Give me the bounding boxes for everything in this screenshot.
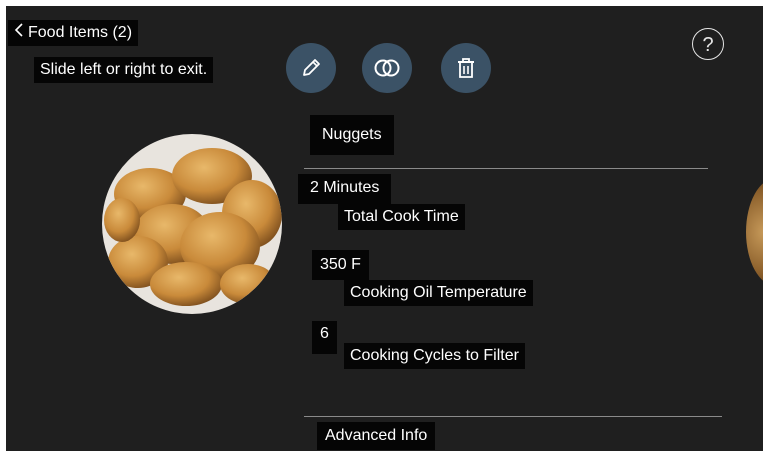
combine-button[interactable] <box>362 43 412 93</box>
cook-time-value: 2 Minutes <box>298 174 392 204</box>
next-item-preview[interactable] <box>746 178 763 286</box>
delete-button[interactable] <box>441 43 491 93</box>
advanced-divider <box>304 416 722 417</box>
food-item-detail-screen: Food Items (2) Slide left or right to ex… <box>6 6 763 451</box>
help-button[interactable]: ? <box>692 28 724 60</box>
oil-temp-value: 350 F <box>312 250 369 280</box>
chevron-left-icon <box>14 23 28 43</box>
pencil-icon <box>303 59 320 76</box>
item-name: Nuggets <box>310 115 394 155</box>
back-label: Food Items (2) <box>28 24 133 41</box>
exit-hint: Slide left or right to exit. <box>34 57 214 83</box>
food-image <box>102 134 282 314</box>
edit-button[interactable] <box>286 43 336 93</box>
linked-rings-icon <box>374 59 400 77</box>
filter-cycles-label: Cooking Cycles to Filter <box>344 343 525 369</box>
advanced-info-button[interactable]: Advanced Info <box>317 422 436 450</box>
header-divider <box>304 168 708 169</box>
oil-temp-label: Cooking Oil Temperature <box>344 280 533 306</box>
trash-icon <box>458 58 474 78</box>
filter-cycles-value: 6 <box>312 321 337 354</box>
cook-time-label: Total Cook Time <box>338 204 465 230</box>
back-button[interactable]: Food Items (2) <box>8 20 139 46</box>
